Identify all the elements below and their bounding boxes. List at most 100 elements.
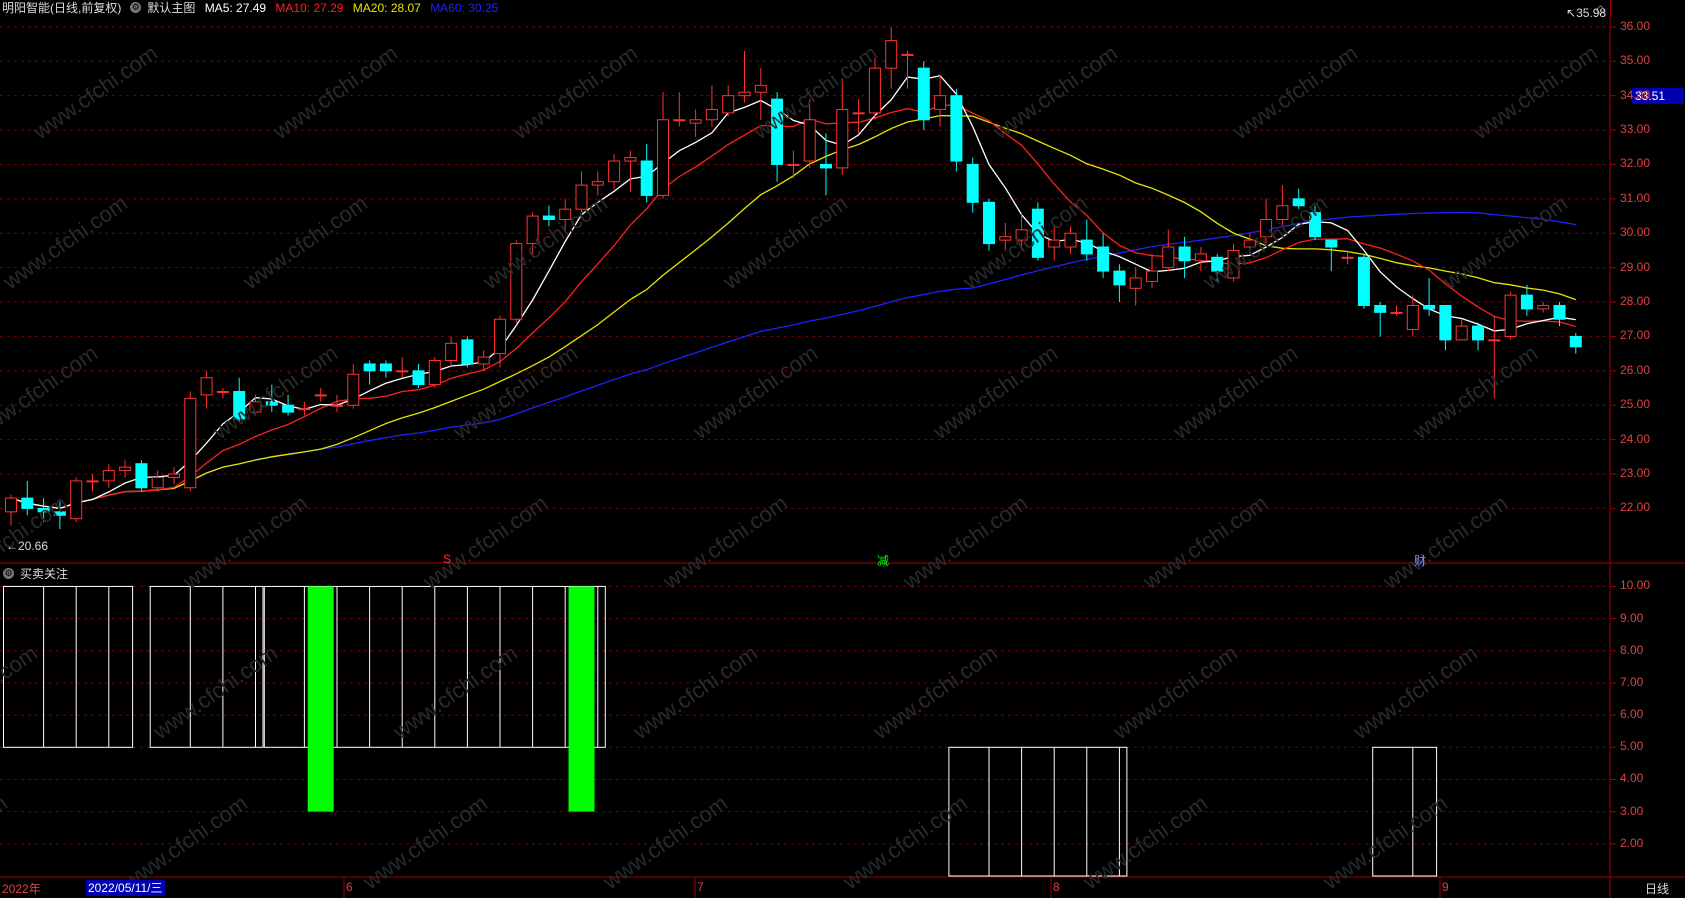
date-month-9: 9 (1442, 880, 1449, 894)
candle-body (331, 404, 343, 407)
chart-header: 明阳智能(日线,前复权) ⚙ 默认主图 MA5: 27.49 MA10: 27.29… (0, 0, 504, 18)
watermark-text: www.cfchi.com (0, 190, 132, 294)
candle-body (86, 480, 99, 483)
candle-body (934, 95, 947, 110)
sub-indicator-name[interactable]: 买卖关注 (20, 567, 68, 581)
candle-body (787, 163, 800, 166)
candle-body (1504, 294, 1517, 337)
watermark-text: www.cfchi.com (0, 640, 42, 744)
watermark-text: www.cfchi.com (688, 340, 822, 444)
candle-body (754, 84, 767, 93)
watermark-text: www.cfchi.com (1408, 340, 1542, 444)
candle-body (917, 67, 930, 121)
date-month-6: 6 (346, 880, 353, 894)
settings-icon[interactable]: ⚙ (3, 568, 14, 580)
sub-tick-label: 5.00 (1620, 739, 1644, 754)
selected-date[interactable]: 2022/05/11/三 (86, 880, 165, 896)
ma20-value: MA20: 28.07 (352, 1, 421, 15)
axis-divider (1610, 0, 1611, 18)
watermark-text: www.cfchi.com (358, 790, 492, 894)
candle-body (1472, 325, 1484, 341)
price-tick-label: 36.00 (1620, 18, 1651, 33)
candle-body (379, 363, 392, 372)
watermark-text: www.cfchi.com (118, 790, 252, 894)
kline-chart[interactable]: www.cfchi.com www.cfchi.com www.cfchi.com w… (0, 0, 1685, 898)
period-label[interactable]: 日线 (1645, 880, 1669, 897)
candle-body (1374, 304, 1387, 313)
candle-body (1129, 277, 1142, 289)
candle-body (1390, 311, 1403, 314)
price-tick-label: 32.00 (1620, 156, 1651, 171)
price-tick-label: 26.00 (1620, 362, 1651, 377)
marker-s: S (443, 552, 452, 566)
candle-body (412, 370, 425, 386)
candle-body (151, 476, 164, 489)
price-tick-label: 28.00 (1620, 294, 1651, 309)
candle-body (428, 360, 441, 386)
candle-body (820, 163, 832, 169)
watermark-text: www.cfchi.com (1438, 190, 1572, 294)
sub-tick-label: 7.00 (1620, 674, 1644, 689)
candle-body (461, 339, 474, 365)
candle-body (168, 473, 180, 478)
price-tick-label: 30.00 (1620, 225, 1651, 240)
price-tick-label: 22.00 (1620, 500, 1651, 515)
watermark-text: www.cfchi.com (838, 790, 972, 894)
watermark-text: www.cfchi.com (988, 40, 1122, 144)
watermark-text: www.cfchi.com (898, 490, 1032, 594)
buy-signal-bar (568, 586, 595, 812)
price-tick-label: 35.00 (1620, 53, 1651, 68)
candle-body (836, 108, 849, 169)
candle-body (494, 318, 506, 355)
price-tick-label: 29.00 (1620, 259, 1651, 274)
candle-body (966, 163, 979, 203)
candle-body (868, 67, 881, 114)
candle-body (347, 373, 360, 406)
price-tick-label: 34.00 (1620, 87, 1651, 102)
watermark-text: www.cfchi.com (928, 340, 1062, 444)
watermark-text: www.cfchi.com (238, 190, 372, 294)
candle-body (640, 160, 653, 196)
candle-body (1357, 256, 1370, 306)
watermark-text: www.cfchi.com (1228, 40, 1362, 144)
high-price-value: 35.98 (1576, 6, 1607, 20)
watermark-text: www.cfchi.com (0, 340, 102, 444)
price-tick-label: 27.00 (1620, 328, 1651, 343)
settings-icon[interactable]: ⚙ (130, 2, 142, 14)
candle-body (1423, 304, 1436, 310)
watermark-text: www.cfchi.com (148, 640, 282, 744)
stock-title: 明阳智能(日线,前复权) (2, 1, 122, 15)
candle-body (135, 463, 148, 489)
sub-tick-label: 9.00 (1620, 610, 1644, 625)
candle-body (119, 466, 132, 472)
candle-body (1097, 246, 1110, 272)
watermark-text: www.cfchi.com (628, 640, 762, 744)
sub-tick-label: 4.00 (1620, 771, 1644, 786)
watermark-text: www.cfchi.com (28, 40, 162, 144)
candle-body (1520, 294, 1533, 310)
candle-body (1439, 304, 1452, 341)
sub-tick-label: 6.00 (1620, 707, 1644, 722)
watermark-text: www.cfchi.com (178, 490, 312, 594)
candle-body (200, 377, 213, 396)
watermark-text: www.cfchi.com (1468, 40, 1602, 144)
candle-body (1325, 239, 1338, 248)
candle-body (445, 342, 458, 362)
watermark-text: www.cfchi.com (868, 640, 1002, 744)
candle-body (624, 157, 637, 162)
price-tick-label: 23.00 (1620, 466, 1651, 480)
candle-body (216, 390, 229, 393)
candle-body (1064, 232, 1077, 248)
candle-body (477, 356, 490, 365)
candle-body (1113, 270, 1126, 286)
watermark-text: www.cfchi.com (1348, 640, 1482, 744)
watermark-text: www.cfchi.com (508, 40, 642, 144)
price-tick-label: 31.00 (1620, 190, 1651, 205)
view-name[interactable]: 默认主图 (147, 1, 195, 15)
date-year: 2022年 (2, 882, 41, 896)
price-tick-label: 33.00 (1620, 122, 1651, 137)
watermark-text: www.cfchi.com (1318, 790, 1452, 894)
candle-body (363, 363, 376, 372)
ma5-line (10, 74, 1576, 510)
candle-body (885, 40, 898, 69)
